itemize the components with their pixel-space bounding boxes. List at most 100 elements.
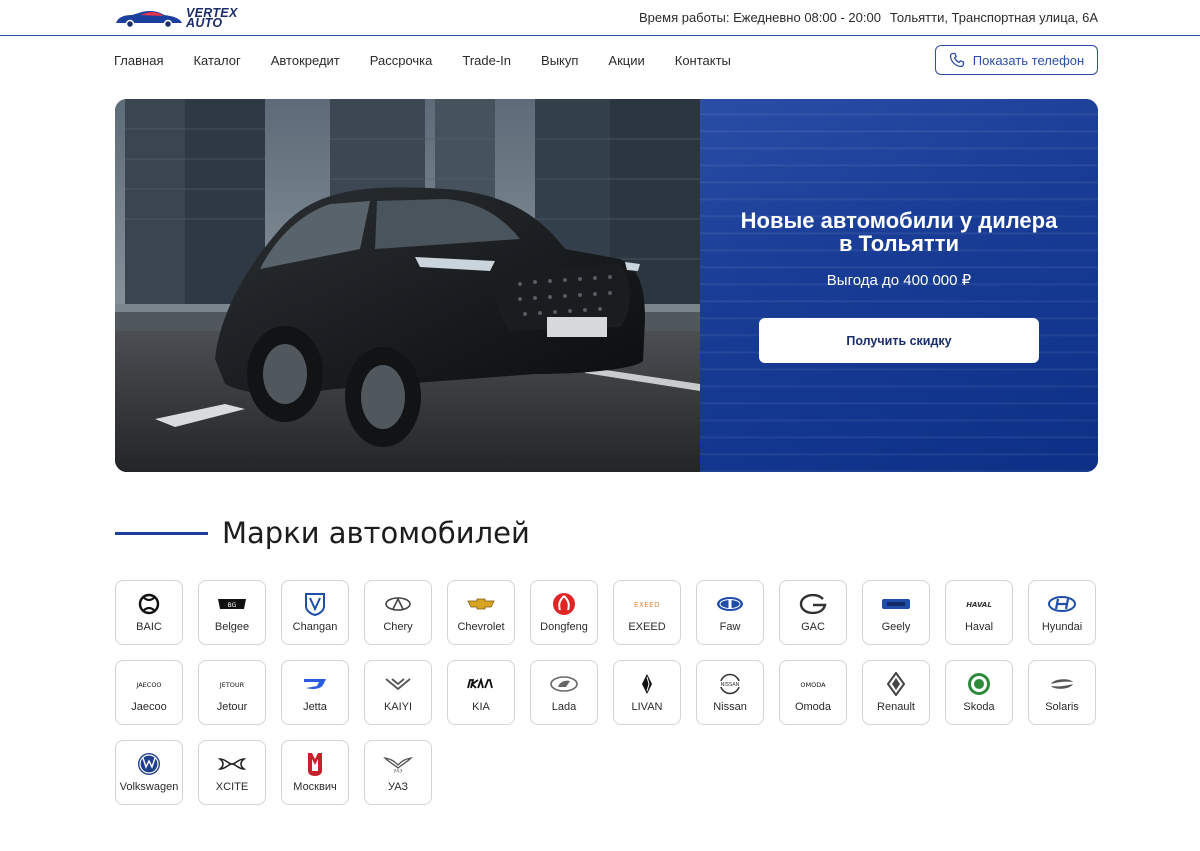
belgee-logo-icon: BG: [218, 599, 246, 609]
show-phone-button[interactable]: Показать телефон: [935, 45, 1098, 75]
brand-name: Solaris: [1045, 701, 1079, 713]
hero-banner: Новые автомобили у дилера в Тольятти Выг…: [115, 99, 1098, 472]
vertex-auto-logo[interactable]: VERTEX AUTO: [114, 6, 266, 30]
brand-card-uaz[interactable]: УАЗ УАЗ: [364, 740, 432, 805]
brand-name: Faw: [719, 621, 741, 633]
brand-card-nissan[interactable]: NISSAN Nissan: [696, 660, 764, 725]
nissan-logo-icon: NISSAN: [718, 673, 742, 695]
jetour-logo-icon: JETOUR: [219, 681, 245, 689]
svg-text:BG: BG: [228, 602, 237, 609]
brand-card-baic[interactable]: BAIC: [115, 580, 183, 645]
hero-subtitle: Выгода до 400 000 ₽: [826, 272, 972, 289]
car-logo-icon: [116, 11, 182, 28]
brand-card-kaiyi[interactable]: KAIYI: [364, 660, 432, 725]
brand-card-gac[interactable]: GAC: [779, 580, 847, 645]
brand-name: Nissan: [713, 701, 747, 713]
brand-card-omoda[interactable]: OMODA Omoda: [779, 660, 847, 725]
brand-card-jetta[interactable]: Jetta: [281, 660, 349, 725]
svg-text:OMODA: OMODA: [800, 681, 826, 689]
kia-logo-icon: [467, 678, 493, 689]
brand-card-jaecoo[interactable]: JAECOO Jaecoo: [115, 660, 183, 725]
hyundai-logo-icon: [1048, 596, 1076, 612]
brand-card-belgee[interactable]: BG Belgee: [198, 580, 266, 645]
chery-logo-icon: [385, 597, 411, 611]
brand-name: Jaecoo: [131, 701, 167, 713]
nav-item-home[interactable]: Главная: [114, 53, 163, 68]
brand-name: EXEED: [628, 621, 666, 633]
nav-item-trade-in[interactable]: Trade-In: [462, 53, 511, 68]
lada-logo-icon: [550, 676, 578, 692]
phone-icon: [949, 52, 964, 68]
svg-text:JAECOO: JAECOO: [135, 681, 161, 689]
svg-text:NISSAN: NISSAN: [721, 682, 740, 688]
brand-name: Lada: [551, 701, 577, 713]
chevrolet-logo-icon: [467, 598, 495, 610]
brand-card-solaris[interactable]: Solaris: [1028, 660, 1096, 725]
brand-name: Changan: [292, 621, 338, 633]
brand-card-faw[interactable]: Faw: [696, 580, 764, 645]
moskvich-logo-icon: [308, 753, 322, 776]
brand-name: LIVAN: [631, 701, 663, 713]
brand-card-kia[interactable]: KIA: [447, 660, 515, 725]
brand-name: Skoda: [963, 701, 995, 713]
xcite-logo-icon: [218, 758, 246, 770]
brand-card-livan[interactable]: LIVAN: [613, 660, 681, 725]
brand-card-skoda[interactable]: Skoda: [945, 660, 1013, 725]
svg-text:EXEED: EXEED: [634, 601, 660, 609]
brand-name: Renault: [877, 701, 915, 713]
main-nav: Главная Каталог Автокредит Рассрочка Tra…: [114, 53, 761, 68]
brand-card-lada[interactable]: Lada: [530, 660, 598, 725]
working-hours: Время работы: Ежедневно 08:00 - 20:00: [639, 10, 881, 25]
brand-card-dongfeng[interactable]: Dongfeng: [530, 580, 598, 645]
brand-card-changan[interactable]: Changan: [281, 580, 349, 645]
exeed-logo-icon: EXEED: [634, 601, 660, 609]
brand-card-chery[interactable]: Chery: [364, 580, 432, 645]
brands-section-title: Марки автомобилей: [222, 516, 530, 550]
brand-card-renault[interactable]: Renault: [862, 660, 930, 725]
nav-item-auto-credit[interactable]: Автокредит: [271, 53, 340, 68]
brand-card-moskvich[interactable]: Москвич: [281, 740, 349, 805]
brand-card-exeed[interactable]: EXEED EXEED: [613, 580, 681, 645]
brand-name: GAC: [801, 621, 825, 633]
brand-name: Volkswagen: [119, 781, 179, 793]
brand-card-xcite[interactable]: XCITE: [198, 740, 266, 805]
svg-text:JETOUR: JETOUR: [219, 681, 245, 689]
uaz-logo-icon: УАЗ: [383, 757, 413, 774]
brand-name: KAIYI: [383, 701, 413, 713]
car-photo-illustration: [115, 99, 700, 472]
nav-item-buyout[interactable]: Выкуп: [541, 53, 578, 68]
nav-item-promotions[interactable]: Акции: [608, 53, 644, 68]
brand-card-volkswagen[interactable]: Volkswagen: [115, 740, 183, 805]
volkswagen-logo-icon: [138, 753, 160, 775]
brand-card-haval[interactable]: HAVAL Haval: [945, 580, 1013, 645]
svg-text:УАЗ: УАЗ: [394, 769, 403, 774]
brand-card-chevrolet[interactable]: Chevrolet: [447, 580, 515, 645]
brand-card-geely[interactable]: Geely: [862, 580, 930, 645]
svg-text:HAVAL: HAVAL: [966, 601, 992, 609]
nav-item-contacts[interactable]: Контакты: [675, 53, 731, 68]
show-phone-label: Показать телефон: [972, 52, 1085, 68]
brand-card-hyundai[interactable]: Hyundai: [1028, 580, 1096, 645]
dealer-address: Тольятти, Транспортная улица, 6А: [889, 10, 1098, 25]
hero-offer-panel: Новые автомобили у дилера в Тольятти Выг…: [700, 99, 1098, 472]
baic-logo-icon: [138, 593, 160, 615]
jaecoo-logo-icon: JAECOO: [135, 681, 161, 689]
dongfeng-logo-icon: [553, 593, 575, 615]
section-accent-line: [115, 532, 208, 535]
gac-logo-icon: [799, 594, 827, 614]
get-discount-button[interactable]: Получить скидку: [759, 318, 1039, 363]
nav-item-catalog[interactable]: Каталог: [193, 53, 240, 68]
nav-item-installment[interactable]: Рассрочка: [370, 53, 433, 68]
solaris-logo-icon: [1051, 679, 1073, 689]
brand-name: Dongfeng: [540, 621, 588, 633]
brand-name: Jetta: [303, 701, 327, 713]
faw-logo-icon: [717, 597, 743, 611]
omoda-logo-icon: OMODA: [800, 681, 826, 689]
brand-name: BAIC: [136, 621, 162, 633]
geely-logo-icon: [882, 599, 910, 609]
brand-name: Москвич: [293, 781, 337, 793]
brand-name: Haval: [964, 621, 994, 633]
brand-name: Belgee: [214, 621, 250, 633]
brand-card-jetour[interactable]: JETOUR Jetour: [198, 660, 266, 725]
renault-logo-icon: [887, 672, 905, 696]
